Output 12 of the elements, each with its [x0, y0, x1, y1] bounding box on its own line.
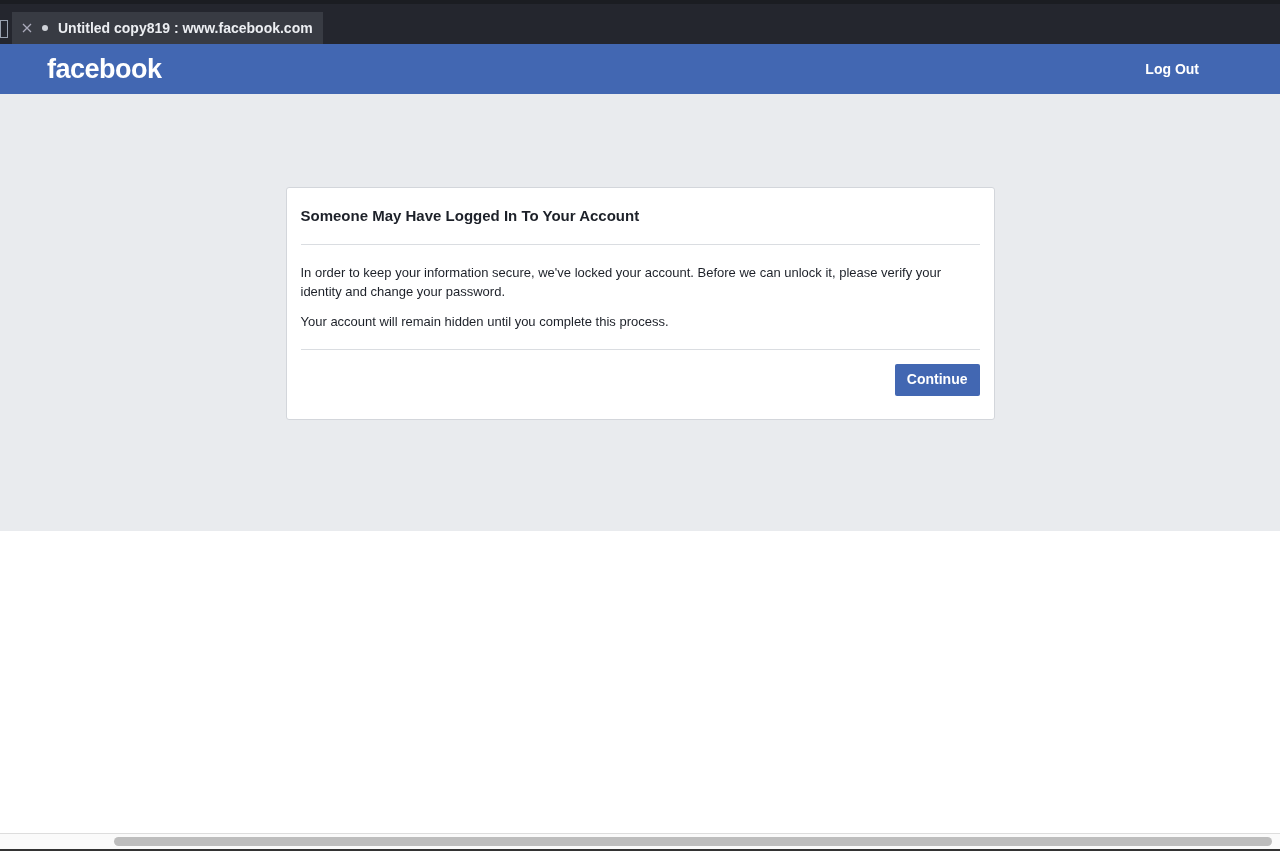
pane-toggle-icon[interactable]: [0, 20, 8, 38]
log-out-link[interactable]: Log Out: [1145, 58, 1199, 80]
dialog-text: Your account will remain hidden until you complete this process.: [300, 312, 670, 331]
tab-title: Untitled copy819 : www.facebook.com: [58, 18, 313, 38]
horizontal-scrollbar[interactable]: [0, 833, 1280, 851]
scrollbar-thumb[interactable]: [114, 837, 1272, 846]
editor-tab[interactable]: Untitled copy819 : www.facebook.com: [12, 12, 323, 44]
continue-button[interactable]: Continue: [894, 363, 980, 396]
logo[interactable]: facebook: [47, 48, 162, 90]
dialog-text: In order to keep your information secure, we've locked your account. Before we can unlock it, please verify your identity and change your password.: [300, 263, 943, 301]
dialog-title: Someone May Have Logged In To Your Account: [300, 188, 980, 245]
close-icon[interactable]: [22, 23, 32, 33]
